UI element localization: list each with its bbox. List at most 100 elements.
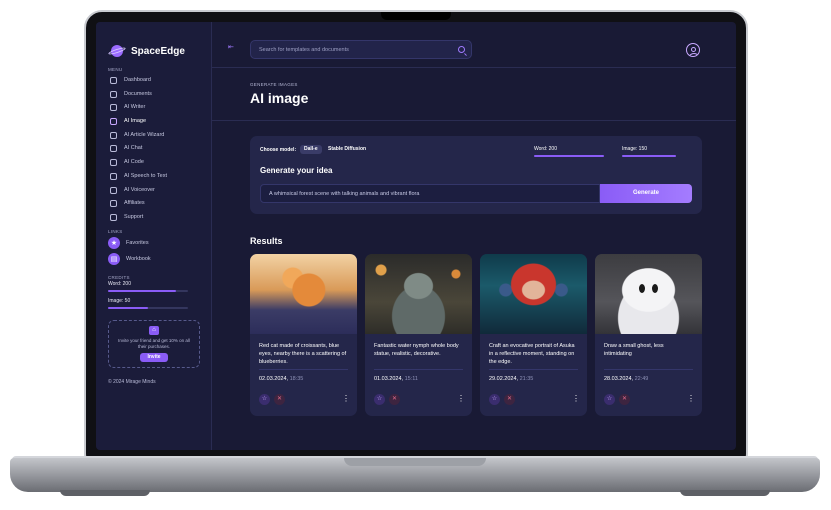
sidebar-item-affiliates[interactable]: Affiliates xyxy=(110,198,145,208)
sidebar-item-dashboard[interactable]: Dashboard xyxy=(110,75,151,85)
results-grid: Red cat made of croissants, blue eyes, n… xyxy=(250,254,702,416)
share-icon xyxy=(110,199,117,207)
result-date-value: 29.02.2024, xyxy=(489,376,519,382)
favorite-star-icon[interactable]: ☆ xyxy=(489,394,500,405)
generate-button[interactable]: Generate xyxy=(600,184,692,203)
link-favorites[interactable]: ★ Favorites xyxy=(108,237,149,249)
link-workbook[interactable]: ▤ Workbook xyxy=(108,253,151,265)
prompt-field xyxy=(260,184,600,203)
more-options-icon[interactable]: ⋮ xyxy=(687,394,695,406)
favorite-star-icon[interactable]: ☆ xyxy=(374,394,385,405)
credits-section-label: CREDITS xyxy=(108,275,130,280)
sidebar-item-ai-code[interactable]: AI Code xyxy=(110,157,144,167)
result-image[interactable] xyxy=(250,254,357,334)
header-divider xyxy=(212,120,736,121)
card-divider xyxy=(259,369,348,370)
delete-x-icon[interactable]: ✕ xyxy=(389,394,400,405)
sidebar-item-documents[interactable]: Documents xyxy=(110,89,152,99)
sidebar-item-ai-article-wizard[interactable]: AI Article Wizard xyxy=(110,130,164,140)
result-date-value: 01.03.2024, xyxy=(374,376,404,382)
user-avatar-icon[interactable] xyxy=(686,43,700,57)
card-actions: ☆ ✕ ⋮ xyxy=(604,394,695,406)
result-time: 15:11 xyxy=(404,376,418,382)
generator-card: Choose model: Dall-e Stable Diffusion Wo… xyxy=(250,136,702,214)
copyright: © 2024 Mirage Minds xyxy=(108,379,156,385)
image-quota-fill xyxy=(622,155,676,157)
result-date: 02.03.2024, 18:35 xyxy=(259,376,303,382)
support-icon xyxy=(110,213,117,221)
app-logo[interactable]: SpaceEdge xyxy=(107,44,185,58)
links-section-label: LINKS xyxy=(108,229,123,234)
wand-icon xyxy=(110,131,117,139)
search-input[interactable] xyxy=(259,44,449,56)
sidebar-item-ai-writer[interactable]: AI Writer xyxy=(110,102,145,112)
favorite-star-icon[interactable]: ☆ xyxy=(259,394,270,405)
sidebar-item-ai-speech-to-text[interactable]: AI Speech to Text xyxy=(110,171,167,181)
star-icon: ★ xyxy=(108,237,120,249)
delete-x-icon[interactable]: ✕ xyxy=(504,394,515,405)
image-credit-fill xyxy=(108,307,148,309)
sidebar-item-label: Dashboard xyxy=(124,77,151,83)
result-card[interactable]: Red cat made of croissants, blue eyes, n… xyxy=(250,254,357,416)
camera-notch xyxy=(381,12,451,20)
sidebar-item-ai-chat[interactable]: AI Chat xyxy=(110,143,142,153)
sidebar-item-support[interactable]: Support xyxy=(110,212,143,222)
result-card[interactable]: Craft an evocative portrait of Asuka in … xyxy=(480,254,587,416)
ghost-eye xyxy=(639,284,645,293)
code-icon xyxy=(110,158,117,166)
result-time: 22:49 xyxy=(634,376,649,382)
image-icon xyxy=(110,117,117,125)
result-image[interactable] xyxy=(595,254,702,334)
page-eyebrow: GENERATE IMAGES xyxy=(250,82,298,87)
sidebar-item-label: AI Writer xyxy=(124,104,146,110)
grid-icon xyxy=(110,76,117,84)
sidebar-item-label: AI Code xyxy=(124,159,144,165)
favorite-star-icon[interactable]: ☆ xyxy=(604,394,615,405)
delete-x-icon[interactable]: ✕ xyxy=(619,394,630,405)
model-option-stable-diffusion[interactable]: Stable Diffusion xyxy=(324,145,370,154)
word-quota-fill xyxy=(534,155,604,157)
results-title: Results xyxy=(250,236,283,246)
delete-x-icon[interactable]: ✕ xyxy=(274,394,285,405)
card-actions: ☆ ✕ ⋮ xyxy=(489,394,580,406)
result-card[interactable]: Fantastic water nymph whole body statue,… xyxy=(365,254,472,416)
laptop-lid: SpaceEdge MENU Dashboard Documents AI Wr… xyxy=(84,10,748,472)
more-options-icon[interactable]: ⋮ xyxy=(342,394,350,406)
app-name: SpaceEdge xyxy=(131,45,185,57)
sidebar-item-label: AI Speech to Text xyxy=(124,173,168,179)
ghost-eye xyxy=(652,284,658,293)
sidebar-item-label: AI Article Wizard xyxy=(124,132,165,138)
card-actions: ☆ ✕ ⋮ xyxy=(374,394,465,406)
top-header: ⇤ xyxy=(212,22,736,68)
image-credit-bar xyxy=(108,307,188,309)
book-icon: ▤ xyxy=(108,253,120,265)
laptop-foot xyxy=(680,490,770,496)
planet-logo-icon xyxy=(107,44,127,58)
image-credit-label: Image: 50 xyxy=(108,298,131,304)
sidebar-item-label: Affiliates xyxy=(124,200,145,206)
result-date: 28.03.2024, 22:49 xyxy=(604,376,648,382)
link-label: Favorites xyxy=(126,240,149,246)
prompt-input[interactable] xyxy=(269,188,589,200)
sidebar-item-ai-image[interactable]: AI Image xyxy=(110,116,146,126)
model-label: Choose model: xyxy=(260,147,297,153)
result-card[interactable]: Draw a small ghost, less intimidating 28… xyxy=(595,254,702,416)
result-date: 01.03.2024, 15:11 xyxy=(374,376,418,382)
result-time: 18:35 xyxy=(289,376,304,382)
result-image[interactable] xyxy=(365,254,472,334)
more-options-icon[interactable]: ⋮ xyxy=(572,394,580,406)
gift-icon: ⌂ xyxy=(149,326,159,335)
more-options-icon[interactable]: ⋮ xyxy=(457,394,465,406)
collapse-sidebar-icon[interactable]: ⇤ xyxy=(228,43,234,51)
invite-card: ⌂ Invite your friend and get 10% on all … xyxy=(108,320,200,368)
microphone-icon xyxy=(110,172,117,180)
invite-button[interactable]: Invite xyxy=(140,353,168,362)
card-divider xyxy=(604,369,693,370)
result-image[interactable] xyxy=(480,254,587,334)
search-icon[interactable] xyxy=(458,46,465,53)
invite-text: Invite your friend and get 10% on all th… xyxy=(118,338,190,349)
sidebar-item-ai-voiceover[interactable]: AI Voiceover xyxy=(110,185,155,195)
waveform-icon xyxy=(110,186,117,194)
model-option-dalle[interactable]: Dall-e xyxy=(300,145,322,154)
chat-icon xyxy=(110,144,117,152)
